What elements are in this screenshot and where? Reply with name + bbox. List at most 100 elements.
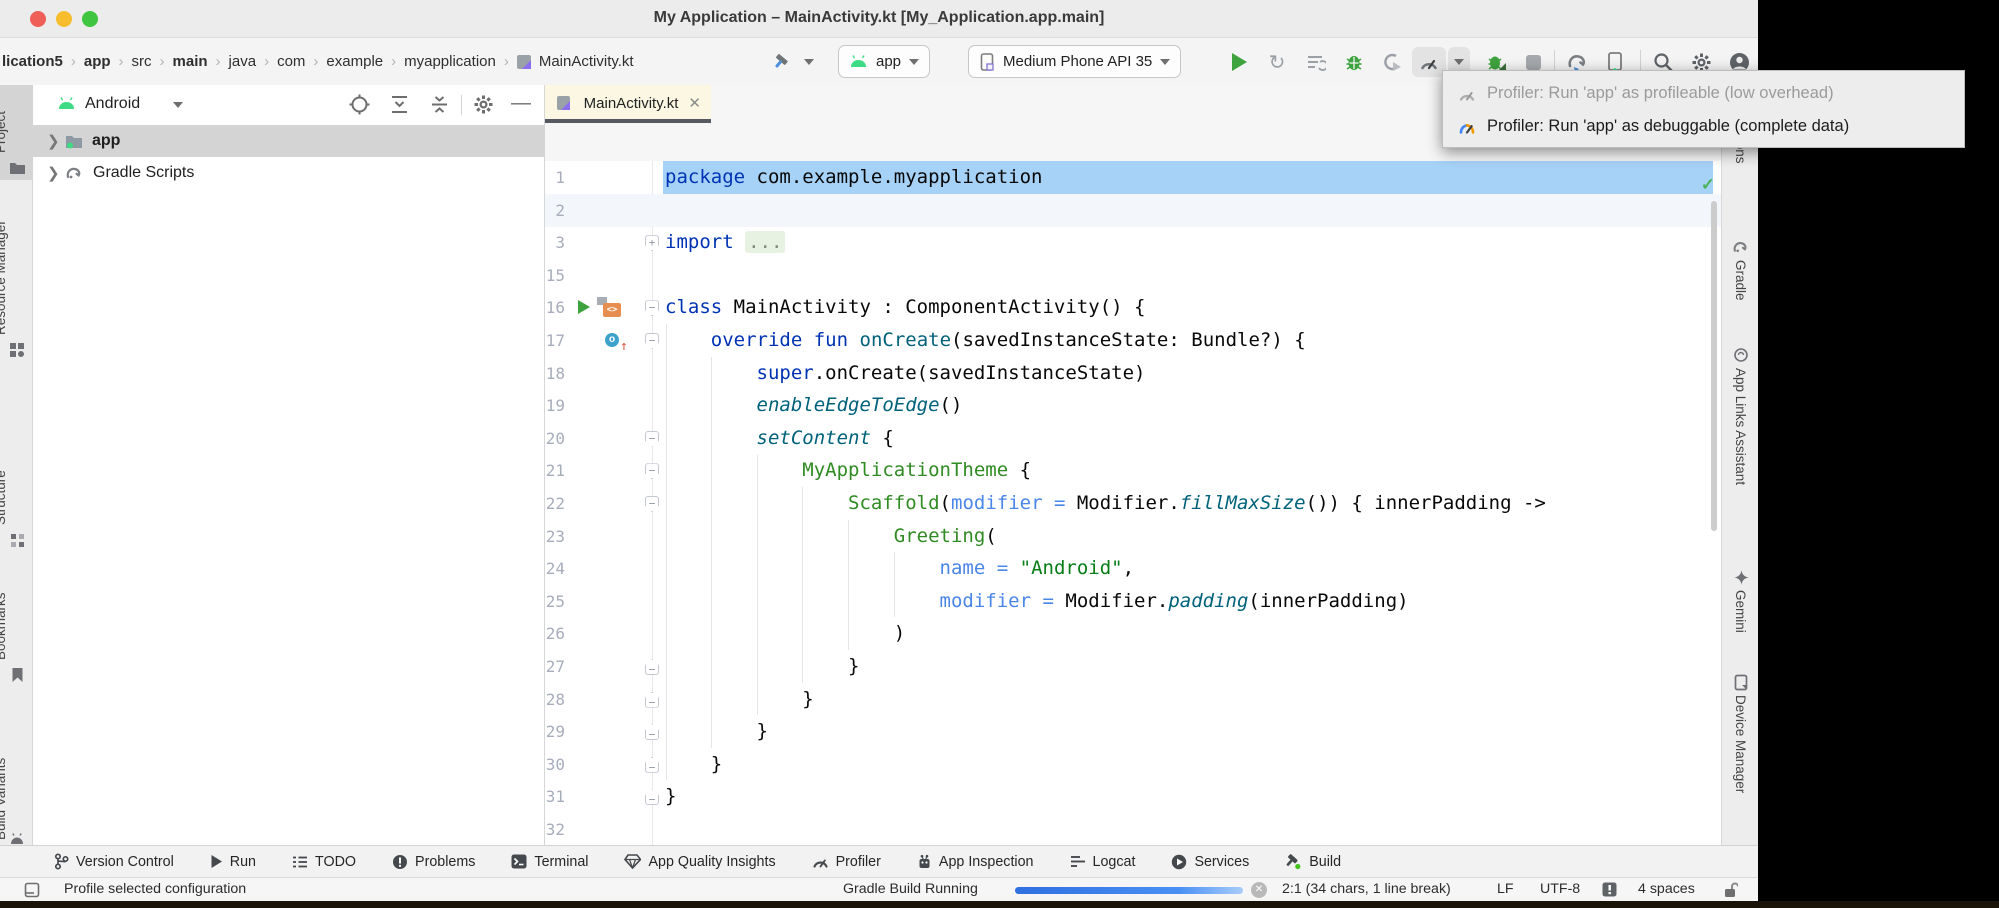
close-icon[interactable]: ✕ — [688, 94, 701, 112]
editor-scrollbar[interactable] — [1711, 201, 1717, 531]
line-number: 27 — [539, 650, 565, 683]
toolwindow-profiler[interactable]: Profiler — [812, 854, 881, 870]
code-text: } — [665, 650, 859, 683]
line-ending[interactable]: LF — [1497, 881, 1514, 897]
fold-marker[interactable]: − — [645, 496, 659, 512]
resource-manager-icon[interactable] — [8, 341, 26, 359]
stripe-item-structure[interactable]: Structure — [0, 470, 9, 525]
gemini-icon[interactable] — [1732, 568, 1750, 586]
stripe-item-device-manager[interactable]: Device Manager — [1732, 695, 1749, 793]
fold-marker[interactable]: − — [645, 463, 659, 479]
run-configuration-select[interactable]: app — [838, 45, 930, 78]
line-number: 25 — [539, 585, 565, 618]
fold-marker[interactable]: − — [645, 300, 659, 316]
chevron-down-icon[interactable] — [800, 47, 818, 77]
app-links-icon[interactable] — [1732, 346, 1750, 364]
toolwindow-services[interactable]: Services — [1171, 854, 1249, 870]
breadcrumb-item-app[interactable]: app — [82, 53, 113, 70]
code-area[interactable]: 1package com.example.myapplication23+imp… — [545, 161, 1721, 845]
run-button[interactable] — [1226, 47, 1252, 77]
toolwindow-terminal[interactable]: Terminal — [511, 854, 588, 870]
profiler-icon[interactable] — [1412, 47, 1446, 77]
build-green-icon — [1285, 853, 1302, 870]
tree-row-app[interactable]: ❯app — [33, 125, 545, 157]
debug-icon[interactable] — [1340, 47, 1368, 77]
breadcrumb-item-example[interactable]: example — [324, 53, 385, 70]
tree-row-gradle-scripts[interactable]: ❯Gradle Scripts — [33, 157, 545, 189]
device-select[interactable]: Medium Phone API 35 — [968, 45, 1181, 78]
profiler-menu-item-1[interactable]: Profiler: Run 'app' as profileable (low … — [1443, 77, 1964, 110]
gradle-icon[interactable] — [1732, 238, 1750, 256]
breadcrumb-item-src[interactable]: src — [130, 53, 154, 70]
fold-marker[interactable]: − — [645, 724, 659, 740]
apply-changes-icon[interactable] — [1302, 47, 1330, 77]
rerun-icon[interactable]: ↻ — [1264, 47, 1290, 77]
file-encoding[interactable]: UTF-8 — [1540, 881, 1580, 897]
breadcrumb-item-java[interactable]: java — [227, 53, 259, 70]
chevron-down-icon[interactable] — [173, 102, 183, 108]
fold-marker[interactable]: + — [645, 235, 659, 251]
fold-marker[interactable]: − — [645, 789, 659, 805]
stripe-item-build-variants[interactable]: Build Variants — [0, 758, 9, 840]
stripe-item-app-links-assistant[interactable]: App Links Assistant — [1732, 368, 1749, 485]
hide-panel-icon[interactable]: — — [511, 92, 531, 115]
stripe-item-bookmarks[interactable]: Bookmarks — [0, 592, 9, 660]
bookmark-icon[interactable] — [8, 666, 26, 684]
stripe-item-gemini[interactable]: Gemini — [1732, 590, 1749, 633]
run-configuration-label: app — [876, 53, 901, 70]
toolwindow-version-control[interactable]: Version Control — [54, 853, 174, 870]
collapse-all-icon[interactable] — [429, 94, 450, 115]
fold-marker[interactable]: − — [645, 333, 659, 349]
apply-code-changes-icon[interactable] — [1378, 47, 1406, 77]
breadcrumb-item-mainactivity-kt[interactable]: MainActivity.kt — [537, 53, 636, 70]
cancel-build-icon[interactable]: ✕ — [1251, 882, 1267, 898]
fold-marker[interactable]: − — [645, 659, 659, 675]
build-hammer-icon[interactable] — [766, 47, 796, 77]
line-number: 18 — [539, 357, 565, 390]
line-number: 1 — [539, 161, 565, 194]
breadcrumb-item-myapplication[interactable]: myapplication — [402, 53, 498, 70]
chevron-right-icon: › — [119, 53, 124, 70]
chevron-right-icon[interactable]: ❯ — [47, 132, 65, 150]
android-icon — [849, 54, 868, 69]
panel-settings-icon[interactable] — [473, 94, 494, 115]
layout-icon[interactable] — [24, 882, 40, 898]
toolwindow-problems[interactable]: Problems — [392, 854, 475, 870]
unlock-icon[interactable] — [1722, 881, 1738, 898]
overriding-method-icon[interactable]: o↑ — [605, 332, 629, 348]
chevron-right-icon[interactable]: ❯ — [47, 164, 65, 182]
folder-icon[interactable] — [8, 159, 26, 177]
expand-all-icon[interactable] — [389, 94, 410, 115]
breadcrumb-item-main[interactable]: main — [171, 53, 210, 70]
code-line-25: 25 modifier = Modifier.padding(innerPadd… — [545, 585, 1721, 618]
fold-marker[interactable]: − — [645, 692, 659, 708]
compose-preview-icon[interactable]: <> — [597, 297, 621, 317]
fold-marker[interactable]: − — [645, 431, 659, 447]
project-view-select[interactable]: Android — [85, 95, 140, 113]
fold-marker[interactable]: − — [645, 757, 659, 773]
toolwindow-logcat[interactable]: Logcat — [1070, 854, 1136, 870]
toolwindow-app-inspection[interactable]: App Inspection — [917, 854, 1034, 870]
editor[interactable]: MainActivity.kt ✕ CodeSplitDesign 1packa… — [545, 85, 1721, 845]
breadcrumb-item-lication5[interactable]: lication5 — [0, 53, 65, 70]
caret-position[interactable]: 2:1 (34 chars, 1 line break) — [1282, 881, 1451, 897]
locate-file-icon[interactable] — [349, 94, 370, 115]
stripe-item-project[interactable]: Project — [0, 111, 9, 153]
notification-icon[interactable] — [1602, 882, 1617, 897]
code-text: name = "Android", — [665, 552, 1134, 585]
code-line-17: 17o↑− override fun onCreate(savedInstanc… — [545, 324, 1721, 357]
breadcrumb-item-com[interactable]: com — [275, 53, 307, 70]
toolwindow-run[interactable]: Run — [210, 854, 256, 870]
tab-mainactivity[interactable]: MainActivity.kt ✕ — [545, 85, 711, 121]
stripe-item-resource-manager[interactable]: Resource Manager — [0, 220, 9, 335]
profiler-menu-item-2[interactable]: Profiler: Run 'app' as debuggable (compl… — [1443, 110, 1964, 143]
toolwindow-build[interactable]: Build — [1285, 853, 1341, 870]
device-icon[interactable] — [1732, 673, 1750, 691]
inspections-ok-icon[interactable]: ✓ — [1701, 175, 1715, 195]
toolwindow-todo[interactable]: TODO — [292, 854, 356, 870]
toolwindow-app-quality-insights[interactable]: App Quality Insights — [624, 854, 775, 870]
run-class-icon[interactable] — [578, 300, 590, 314]
indent-setting[interactable]: 4 spaces — [1638, 881, 1695, 897]
structure-icon[interactable] — [8, 531, 26, 549]
stripe-item-gradle[interactable]: Gradle — [1732, 260, 1749, 301]
